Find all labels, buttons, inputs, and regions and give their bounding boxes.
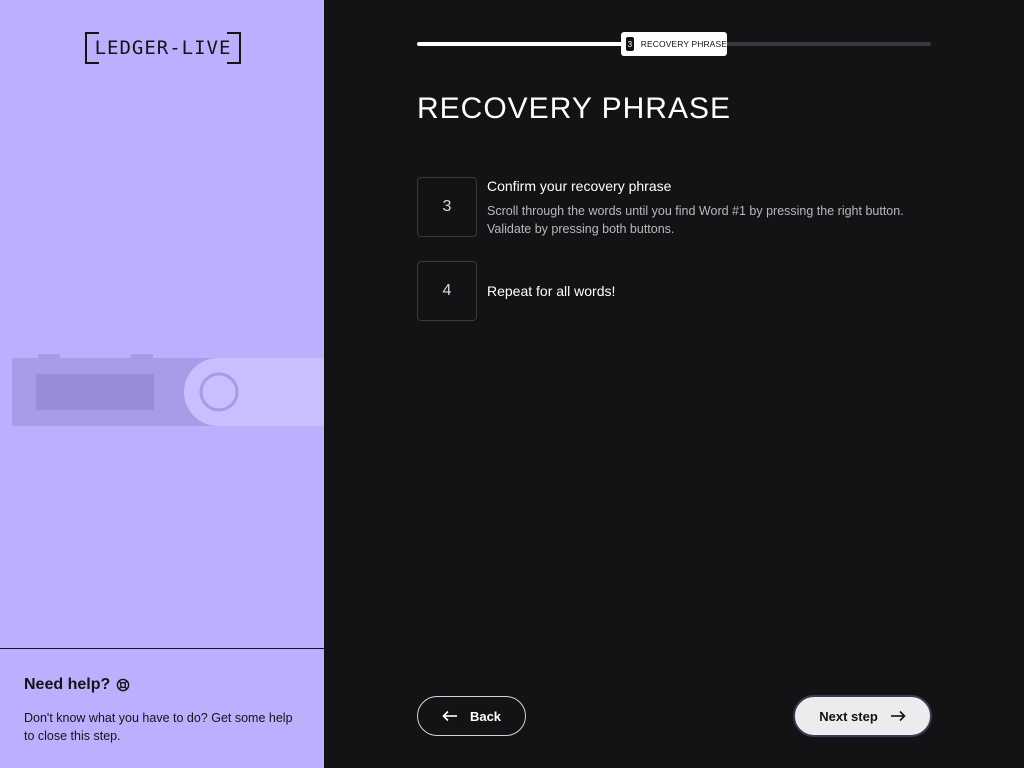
back-button-label: Back <box>469 708 502 724</box>
step-title: Repeat for all words! <box>487 283 616 299</box>
step-label: RECOVERY PHRASE <box>640 39 727 49</box>
step-content: Confirm your recovery phrase Scroll thro… <box>487 177 927 238</box>
page-title: RECOVERY PHRASE <box>417 92 731 125</box>
step-number-box: 4 <box>417 261 477 321</box>
help-title: Need help? <box>24 676 111 693</box>
help-section: Need help? Don't know what you have to d… <box>0 648 324 768</box>
help-text: Don't know what you have to do? Get some… <box>24 711 293 743</box>
instruction-step: 4 Repeat for all words! <box>417 261 615 321</box>
arrow-left-icon <box>442 710 457 722</box>
progress-fill <box>417 42 633 46</box>
step-content: Repeat for all words! <box>487 283 615 299</box>
help-heading: Need help? <box>24 676 300 694</box>
back-button[interactable]: Back <box>417 696 526 736</box>
ledger-device-illustration <box>12 354 324 426</box>
ledger-live-logo: LEDGER-LIVE <box>85 32 241 64</box>
step-number-badge: 3 <box>626 37 634 51</box>
step-number-box: 3 <box>417 177 477 237</box>
current-step-indicator: 3 RECOVERY PHRASE <box>621 32 727 56</box>
next-step-button[interactable]: Next step <box>793 695 932 737</box>
lifebuoy-icon[interactable] <box>116 678 130 692</box>
next-step-button-label: Next step <box>819 708 878 724</box>
step-title: Confirm your recovery phrase <box>487 178 672 194</box>
left-panel: LEDGER-LIVE Need help? Don't know what y… <box>0 0 324 768</box>
logo-text: LEDGER-LIVE <box>94 37 232 59</box>
instruction-step: 3 Confirm your recovery phrase Scroll th… <box>417 177 927 238</box>
step-description: Scroll through the words until you find … <box>487 204 904 236</box>
arrow-right-icon <box>890 710 906 722</box>
